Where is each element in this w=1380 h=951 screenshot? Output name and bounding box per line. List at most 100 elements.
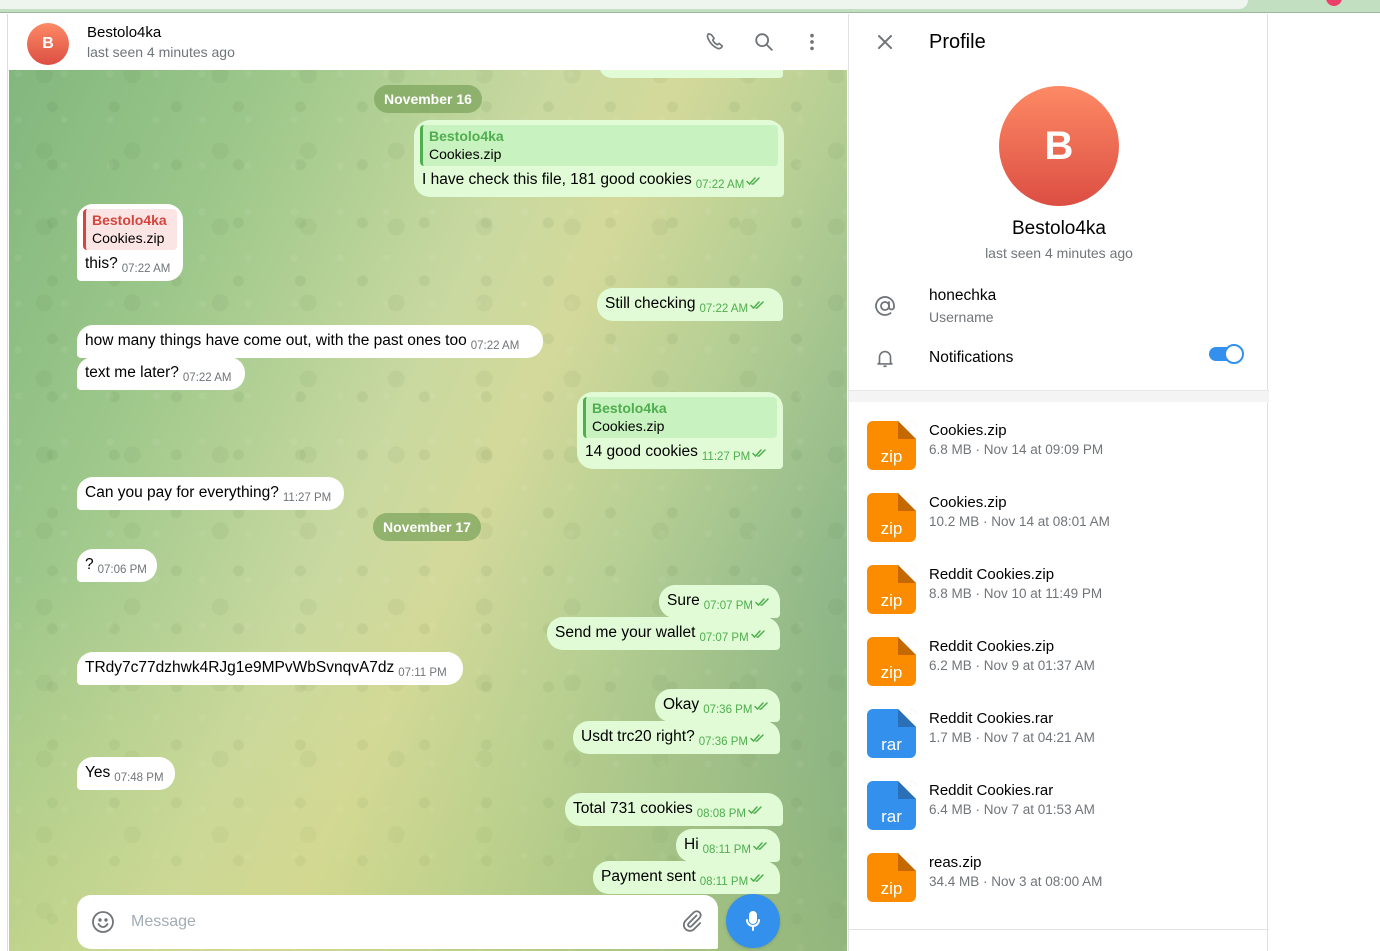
file-meta: 6.2 MB · Nov 9 at 01:37 AM (929, 658, 1095, 673)
message-time: 08:11 PM (702, 844, 752, 856)
file-meta: 8.8 MB · Nov 10 at 11:49 PM (929, 586, 1103, 601)
zip-file-icon: zip (867, 853, 916, 902)
shared-file-item[interactable]: zip Reddit Cookies.zip 6.2 MB · Nov 9 at 0… (849, 637, 1269, 701)
outgoing-message[interactable]: Bestolo4ka Cookies.zip 14 good cookies 11:2… (577, 392, 783, 469)
rar-file-icon: rar (867, 781, 916, 830)
date-separator: November 16 (374, 85, 482, 113)
message-text: ? (85, 556, 94, 573)
outgoing-message[interactable]: Still checking 07:22 AM (597, 288, 783, 321)
message-composer[interactable] (77, 895, 718, 949)
shared-file-item[interactable]: zip Cookies.zip 6.8 MB · Nov 14 at 09:09 P… (849, 421, 1269, 485)
file-meta: 6.4 MB · Nov 7 at 01:53 AM (929, 802, 1095, 817)
bell-icon (873, 346, 897, 370)
paperclip-icon (683, 910, 702, 932)
phone-icon (706, 32, 724, 50)
reply-text: Cookies.zip (429, 146, 502, 162)
read-receipt-icon (748, 295, 766, 312)
reply-preview[interactable]: Bestolo4ka Cookies.zip (420, 125, 778, 166)
outgoing-message[interactable]: Bestolo4ka Cookies.zip I have check this f… (414, 120, 784, 197)
message-time: 07:11 PM (398, 667, 447, 679)
shared-file-item[interactable]: zip Cookies.zip 10.2 MB · Nov 14 at 08:01 … (849, 493, 1269, 557)
section-divider (849, 390, 1269, 402)
reply-preview[interactable]: Bestolo4ka Cookies.zip (583, 397, 777, 438)
message-time: 07:07 PM (703, 600, 753, 612)
avatar[interactable]: B (27, 23, 69, 65)
profile-panel: Profile B Bestolo4ka last seen 4 minutes… (848, 14, 1269, 951)
file-name: reas.zip (929, 854, 982, 871)
chat-title[interactable]: Bestolo4ka (87, 24, 161, 41)
message-time: 07:22 AM (121, 263, 171, 275)
notifications-row[interactable]: Notifications (849, 344, 1269, 374)
message-text: text me later? (85, 364, 179, 381)
call-button[interactable] (703, 30, 727, 54)
microphone-icon (746, 911, 760, 931)
file-name: Reddit Cookies.rar (929, 710, 1054, 727)
outgoing-message[interactable]: Hi 08:11 PM (676, 829, 780, 862)
shared-file-item[interactable]: rar Reddit Cookies.rar 6.4 MB · Nov 7 at 0… (849, 781, 1269, 845)
shared-file-item[interactable]: zip reas.zip 34.4 MB · Nov 3 at 08:00 AM (849, 853, 1269, 917)
browser-indicator-dot (1326, 0, 1342, 6)
message-time: 07:36 PM (698, 736, 748, 748)
outgoing-message[interactable]: Usdt trc20 right? 07:36 PM (573, 721, 780, 754)
browser-top-strip (0, 0, 1380, 13)
message-time: 11:27 PM (701, 451, 751, 463)
zip-file-icon: zip (867, 421, 916, 470)
outgoing-message[interactable]: Payment sent 08:11 PM (593, 861, 780, 894)
username-row[interactable]: honechka Username (849, 284, 1269, 332)
more-menu-button[interactable] (800, 30, 824, 54)
voice-record-button[interactable] (726, 894, 780, 948)
message-time: 08:08 PM (696, 808, 747, 820)
outgoing-message[interactable]: Total 731 cookies 08:08 PM (565, 793, 783, 826)
incoming-message[interactable]: how many things have come out, with the … (77, 325, 543, 358)
close-profile-button[interactable] (873, 30, 897, 54)
file-name: Reddit Cookies.zip (929, 638, 1055, 655)
chat-header[interactable]: B Bestolo4ka last seen 4 minutes ago (9, 14, 847, 70)
browser-tab-area (0, 0, 1248, 9)
zip-file-icon: zip (867, 565, 916, 614)
file-name: Cookies.zip (929, 422, 1007, 439)
file-meta: 1.7 MB · Nov 7 at 04:21 AM (929, 730, 1095, 745)
message-time: 07:36 PM (703, 704, 753, 716)
message-text: Yes (85, 764, 111, 781)
incoming-message[interactable]: Bestolo4ka Cookies.zip this? 07:22 AM (77, 204, 183, 281)
incoming-message[interactable]: Yes 07:48 PM (77, 757, 175, 790)
zip-file-icon: zip (867, 637, 916, 686)
message-time: 07:22 AM (470, 340, 520, 352)
read-receipt-icon (750, 443, 768, 460)
message-time: 07:07 PM (699, 632, 749, 644)
message-input[interactable] (131, 909, 671, 935)
notifications-label: Notifications (929, 349, 1014, 366)
message-time: 11:27 PM (282, 492, 332, 504)
message-text: Hi (684, 836, 699, 853)
toggle-knob (1224, 344, 1244, 364)
incoming-message[interactable]: ? 07:06 PM (77, 549, 157, 582)
read-receipt-icon (746, 800, 764, 817)
message-text: Still checking (605, 295, 696, 312)
profile-avatar[interactable]: B (999, 86, 1119, 206)
profile-name: Bestolo4ka (1011, 218, 1106, 239)
notifications-toggle[interactable] (1209, 344, 1244, 364)
at-sign-icon (873, 294, 897, 318)
left-sidebar-edge (0, 14, 8, 951)
read-receipt-icon (748, 868, 766, 885)
message-text: I have check this file, 181 good cookies (422, 171, 692, 188)
incoming-message[interactable]: Can you pay for everything? 11:27 PM (77, 477, 344, 510)
reply-preview[interactable]: Bestolo4ka Cookies.zip (83, 209, 177, 250)
close-icon (878, 35, 892, 49)
outgoing-message[interactable]: Send me your wallet 07:07 PM (547, 617, 780, 650)
zip-file-icon: zip (867, 493, 916, 542)
file-meta: 34.4 MB · Nov 3 at 08:00 AM (929, 874, 1103, 889)
attach-button[interactable] (680, 909, 704, 938)
read-receipt-icon (744, 171, 762, 188)
search-button[interactable] (752, 30, 776, 54)
emoji-button[interactable] (91, 910, 115, 939)
shared-file-item[interactable]: rar Reddit Cookies.rar 1.7 MB · Nov 7 at 0… (849, 709, 1269, 773)
outgoing-message[interactable]: Sure 07:07 PM (659, 585, 780, 618)
outgoing-message[interactable]: Okay 07:36 PM (655, 689, 780, 722)
incoming-message[interactable]: text me later? 07:22 AM (77, 357, 245, 390)
more-vertical-icon (810, 33, 814, 51)
message-text: Sure (667, 592, 700, 609)
incoming-message[interactable]: TRdy7c77dzhwk4RJg1e9MPvWbSvnqvA7dz 07:11 … (77, 652, 463, 685)
read-receipt-icon (753, 592, 771, 609)
shared-file-item[interactable]: zip Reddit Cookies.zip 8.8 MB · Nov 10 at … (849, 565, 1269, 629)
